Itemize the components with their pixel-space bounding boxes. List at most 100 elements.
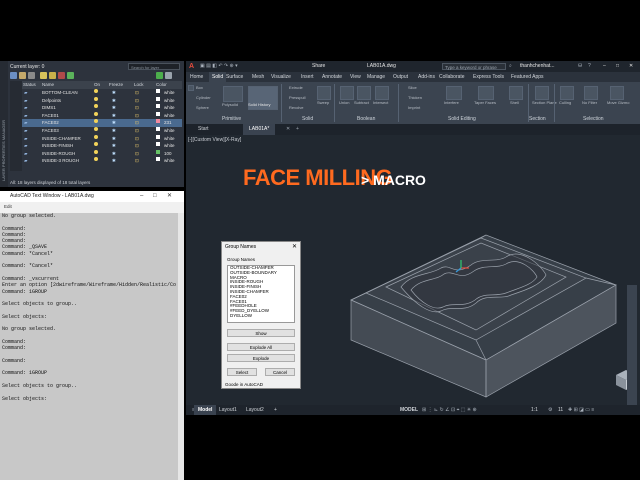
ribbon-intersect[interactable]: Intersect [373, 100, 388, 105]
model-tab[interactable]: Model [194, 405, 217, 415]
grid-snap-icons[interactable]: ⊞ ⋮ ⊾ ↻ ∠ ⊡ ⌖ ⬚ ✳ ⊕ [422, 405, 477, 415]
layer-row[interactable]: ▰ FACE03 ✱ ⊡ white [22, 126, 182, 135]
workspace-icon[interactable]: ⚙ [548, 405, 552, 415]
layer-name[interactable]: INSIDE-FINISH [42, 142, 73, 150]
lightbulb-icon[interactable] [94, 142, 98, 147]
layer-status-icon[interactable]: ▰ [24, 135, 27, 143]
layer-name[interactable]: INSIDE-CHAMFER [42, 135, 81, 143]
lock-icon[interactable]: ⊡ [135, 127, 139, 135]
layer-color[interactable]: white [164, 104, 175, 112]
ribbon-tab-home[interactable]: Home [190, 72, 203, 82]
layer-color[interactable]: white [164, 135, 175, 143]
lock-icon[interactable]: ⊡ [135, 89, 139, 97]
lock-icon[interactable]: ⊡ [135, 142, 139, 150]
new-tab-icon[interactable]: + [296, 124, 299, 135]
drawing-tab[interactable]: LAB01A* [243, 124, 276, 135]
new-layer-icon[interactable] [40, 72, 47, 79]
sun-icon[interactable]: ✱ [112, 104, 116, 112]
user-account[interactable]: thanhchenhat... [520, 61, 554, 72]
sweep-icon[interactable] [317, 86, 331, 100]
new-group-filter-icon[interactable] [19, 72, 26, 79]
sun-icon[interactable]: ✱ [112, 119, 116, 127]
lock-icon[interactable]: ⊡ [135, 119, 139, 127]
ribbon-tab-insert[interactable]: Insert [301, 72, 314, 82]
layer-row[interactable]: ▰ DIMS1 ✱ ⊡ white [22, 104, 182, 112]
layer-status-icon[interactable]: ▰ [24, 112, 27, 120]
color-swatch[interactable] [156, 89, 160, 93]
share-button[interactable]: Share [312, 61, 325, 72]
layer-color[interactable]: white [164, 97, 175, 105]
layer-row[interactable]: ▰ INSIDE-ROUGH ✱ ⊡ 100 [22, 149, 182, 158]
lightbulb-icon[interactable] [94, 134, 98, 139]
layer-row[interactable]: ▰ Defpoints ✱ ⊡ white [22, 96, 182, 105]
layer-search-input[interactable]: Search for layer [128, 63, 180, 70]
lock-icon[interactable]: ⊡ [135, 157, 139, 165]
layer-color[interactable]: white [164, 112, 175, 120]
layer-name[interactable]: INSIDE-ROUGH [42, 150, 75, 158]
culling-icon[interactable] [560, 86, 574, 100]
intersect-icon[interactable] [375, 86, 389, 100]
delete-layer-icon[interactable] [58, 72, 65, 79]
layer-name[interactable]: INSIDE-3 ROUGH [42, 157, 79, 165]
ribbon-union[interactable]: Union [339, 100, 349, 105]
ribbon-cylinder[interactable]: Cylinder [196, 95, 211, 100]
ribbon-tab-featured-apps[interactable]: Featured Apps [511, 72, 544, 82]
group-solid[interactable]: Solid [302, 116, 313, 122]
help-icon[interactable]: ? [588, 61, 591, 72]
model-space-button[interactable]: MODEL [400, 405, 418, 415]
panel-side-strip[interactable]: LAYER PROPERTIES MANAGER [0, 61, 8, 187]
sun-icon[interactable]: ✱ [112, 157, 116, 165]
show-button[interactable]: Show [227, 329, 295, 337]
sun-icon[interactable]: ✱ [112, 142, 116, 150]
ribbon-revolve[interactable]: Revolve [289, 105, 303, 110]
minimize-icon[interactable]: – [140, 191, 143, 202]
ribbon-presspull[interactable]: Presspull [289, 95, 305, 100]
subtract-icon[interactable] [357, 86, 371, 100]
group-names-list[interactable]: OUTSIDE-CHAMFER OUTSIDE-BOUNDARY MACRO INSI… [227, 265, 295, 323]
color-swatch[interactable] [156, 134, 160, 139]
ribbon-sweep[interactable]: Sweep [317, 100, 329, 105]
no-filter-icon[interactable] [584, 86, 598, 100]
layer-color[interactable]: white [164, 89, 175, 97]
color-swatch[interactable] [156, 126, 160, 131]
ribbon-tab-express-tools[interactable]: Express Tools [473, 72, 504, 82]
layer-color[interactable]: white [164, 127, 175, 135]
layer-color[interactable]: 100 [164, 150, 172, 158]
group-boolean[interactable]: Boolean [357, 116, 375, 122]
add-layout-button[interactable]: + [274, 405, 277, 415]
layer-name[interactable]: Defpoints [42, 97, 61, 105]
ribbon-polysolid[interactable]: Polysolid [222, 102, 238, 107]
ribbon-tab-view[interactable]: View [350, 72, 361, 82]
explode-button[interactable]: Explode [227, 354, 295, 362]
ribbon-culling[interactable]: Culling [559, 100, 571, 105]
color-swatch[interactable] [156, 111, 160, 116]
status-tray-icons[interactable]: ✚ ⊞ ◪ ▭ ≡ [568, 405, 594, 415]
new-property-filter-icon[interactable] [10, 72, 17, 79]
layer-status-icon[interactable]: ▰ [24, 104, 27, 112]
interfere-icon[interactable] [446, 86, 462, 100]
lightbulb-icon[interactable] [94, 89, 98, 93]
navigation-bar[interactable] [627, 285, 637, 405]
layer-name[interactable]: FACE01 [42, 112, 59, 120]
text-window-scrollbar[interactable] [178, 213, 184, 480]
layout1-tab[interactable]: Layout1 [219, 405, 237, 415]
lightbulb-icon[interactable] [94, 157, 98, 162]
ribbon-move-gizmo[interactable]: Move Gizmo [607, 100, 629, 105]
taper-faces-icon[interactable] [478, 86, 494, 100]
ribbon-tab-collaborate[interactable]: Collaborate [439, 72, 465, 82]
lightbulb-icon[interactable] [94, 119, 98, 124]
col-on[interactable]: On [94, 81, 100, 89]
lightbulb-icon[interactable] [94, 126, 98, 131]
layer-row[interactable]: ▰ FACE02 ✱ ⊡ 231 [22, 119, 182, 127]
select-button[interactable]: Select [227, 368, 257, 376]
command-history[interactable]: No group selected. Command: Command: Comman… [0, 213, 180, 480]
sun-icon[interactable]: ✱ [112, 127, 116, 135]
color-swatch[interactable] [156, 96, 160, 101]
lock-icon[interactable]: ⊡ [135, 150, 139, 158]
col-color[interactable]: Color [156, 81, 167, 89]
ribbon-slice[interactable]: Slice [408, 85, 417, 90]
layer-color[interactable]: white [164, 157, 175, 165]
polysolid-icon[interactable] [223, 86, 243, 102]
color-swatch[interactable] [156, 119, 160, 124]
ribbon-tab-mesh[interactable]: Mesh [252, 72, 264, 82]
